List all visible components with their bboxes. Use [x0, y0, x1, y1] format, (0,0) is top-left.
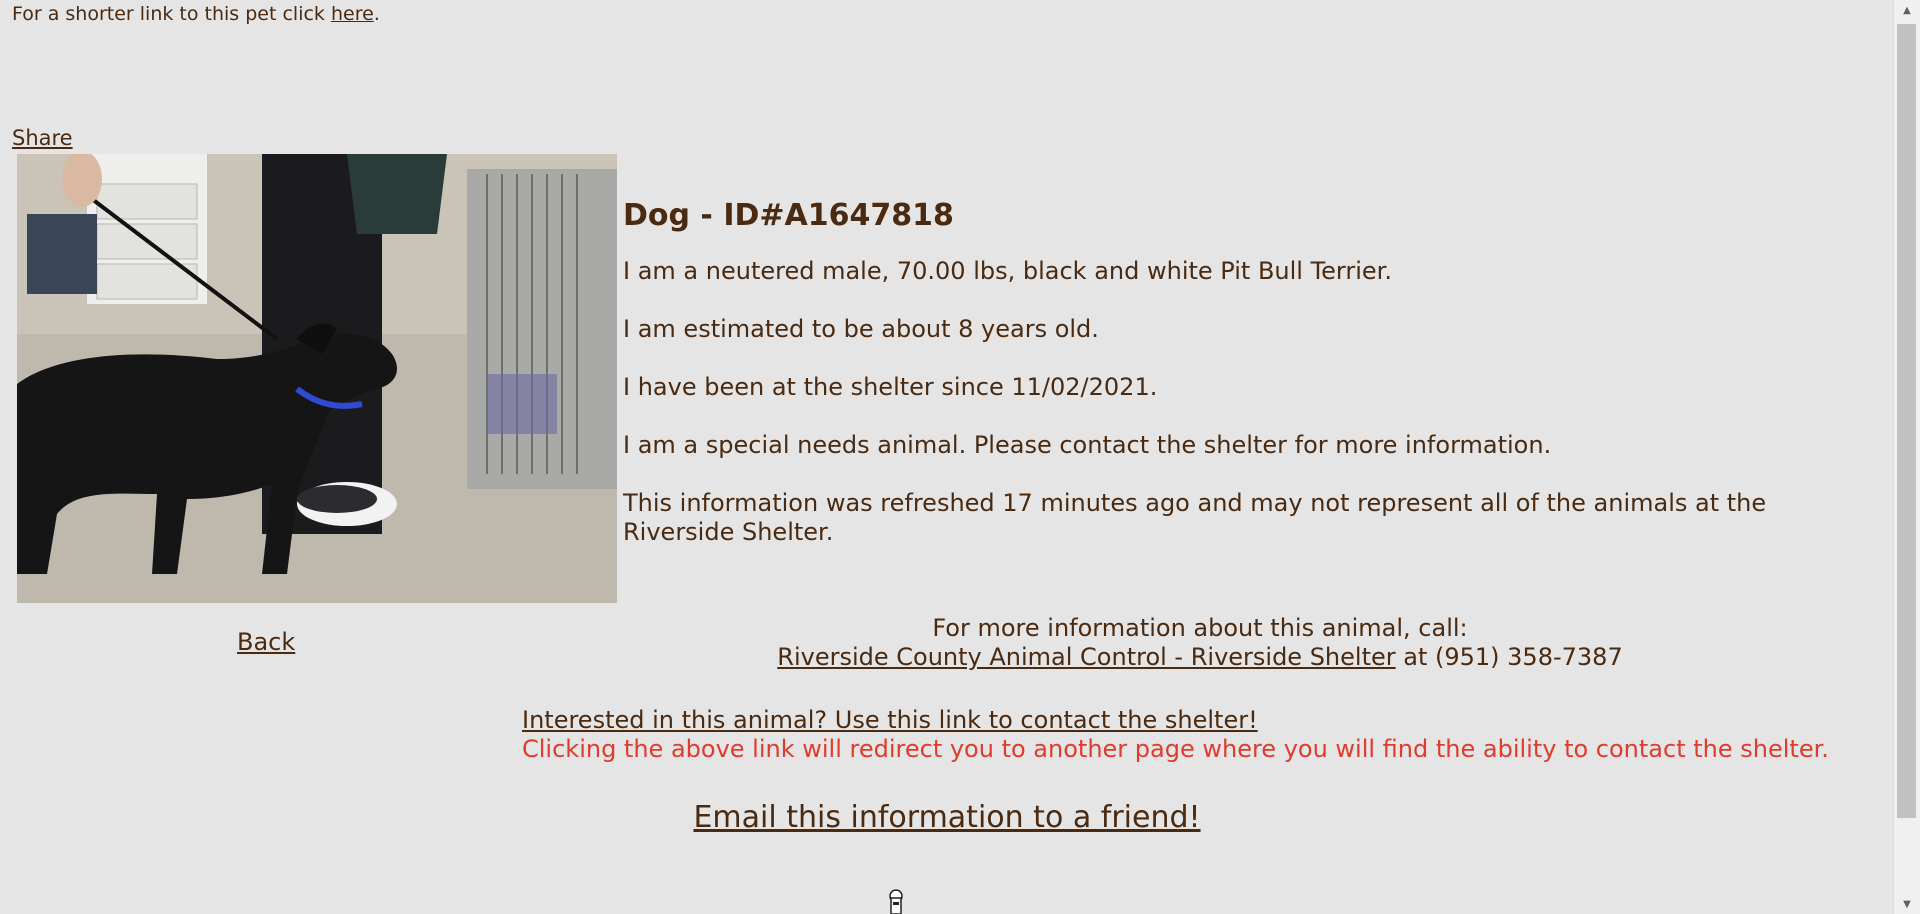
animal-age: I am estimated to be about 8 years old.: [623, 315, 1099, 343]
short-link-line: For a shorter link to this pet click her…: [12, 3, 380, 25]
refresh-note: This information was refreshed 17 minute…: [623, 489, 1767, 546]
browser-viewport: For a shorter link to this pet click her…: [0, 0, 1920, 914]
short-link-suffix: .: [373, 3, 380, 25]
shelter-link[interactable]: Riverside County Animal Control - Rivers…: [777, 643, 1395, 671]
animal-intake-date: I have been at the shelter since 11/02/2…: [623, 373, 1158, 401]
scroll-up-arrow-icon[interactable]: ▲: [1894, 0, 1920, 20]
email-friend-link[interactable]: Email this information to a friend!: [693, 800, 1200, 835]
short-link-here[interactable]: here: [331, 3, 374, 25]
animal-title: Dog - ID#A1647818: [623, 198, 954, 233]
contact-info: For more information about this animal, …: [623, 614, 1777, 672]
email-section: Email this information to a friend!: [0, 800, 1894, 835]
scroll-thumb[interactable]: [1897, 24, 1916, 818]
contact-line: Riverside County Animal Control - Rivers…: [623, 643, 1777, 672]
special-needs-note: I am a special needs animal. Please cont…: [623, 431, 1552, 459]
partial-image-icon: [888, 888, 904, 914]
redirect-note: Clicking the above link will redirect yo…: [522, 735, 1829, 763]
animal-info: Dog - ID#A1647818 I am a neutered male, …: [623, 198, 1883, 576]
scroll-down-arrow-icon[interactable]: ▼: [1894, 894, 1920, 914]
interest-section: Interested in this animal? Use this link…: [522, 706, 1829, 764]
contact-shelter-link[interactable]: Interested in this animal? Use this link…: [522, 706, 1258, 734]
short-link-prefix: For a shorter link to this pet click: [12, 3, 331, 25]
pet-photo: [17, 154, 617, 603]
animal-description: I am a neutered male, 70.00 lbs, black a…: [623, 257, 1392, 285]
shelter-phone: at (951) 358-7387: [1395, 643, 1623, 671]
share-link[interactable]: Share: [12, 126, 73, 150]
contact-lead: For more information about this animal, …: [932, 614, 1468, 642]
page-content: For a shorter link to this pet click her…: [0, 0, 1894, 914]
vertical-scrollbar[interactable]: ▲ ▼: [1893, 0, 1920, 914]
back-link[interactable]: Back: [237, 628, 295, 656]
